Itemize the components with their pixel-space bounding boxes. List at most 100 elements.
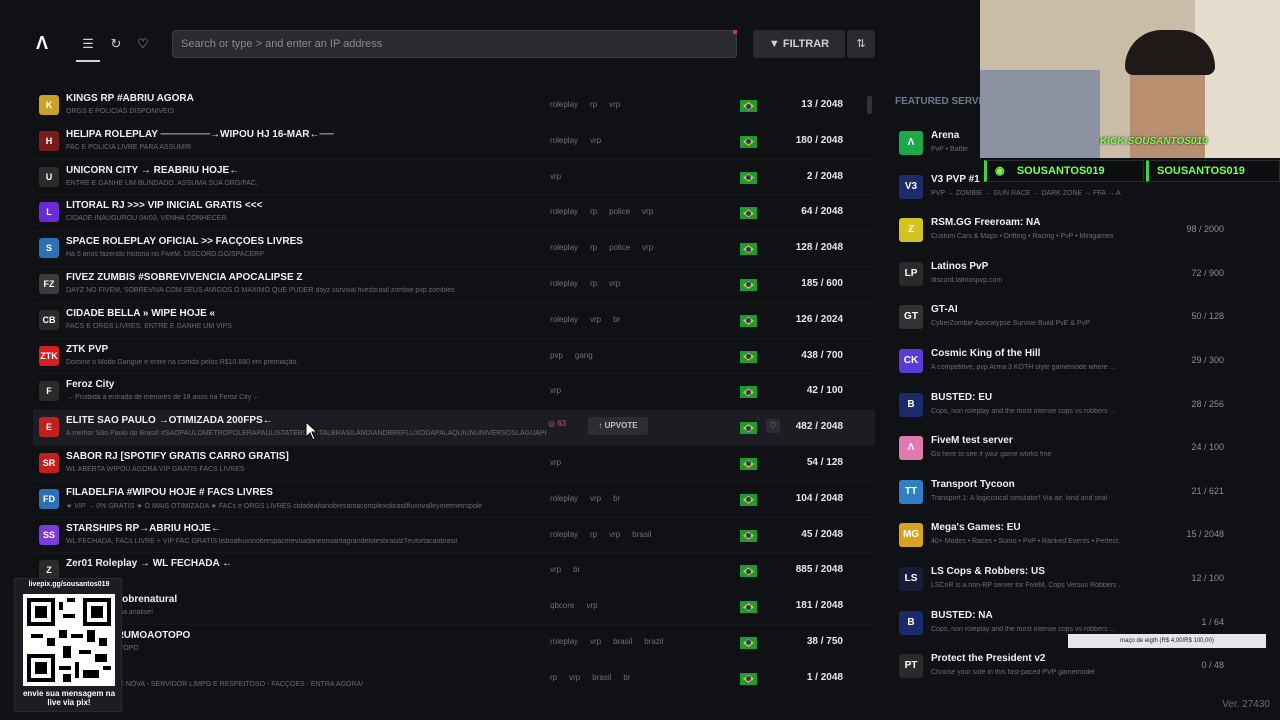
server-tag[interactable]: roleplay: [550, 315, 578, 324]
server-tag[interactable]: rp: [590, 100, 597, 109]
history-icon[interactable]: ↻: [108, 36, 124, 52]
player-count: 45 / 2048: [801, 528, 843, 540]
server-tag[interactable]: roleplay: [550, 243, 578, 252]
favorites-heart-icon[interactable]: ♡: [135, 36, 151, 52]
server-tag[interactable]: roleplay: [550, 279, 578, 288]
server-tag[interactable]: vrp: [590, 136, 601, 145]
featured-server-row[interactable]: MG Mega's Games: EU 40+ Modes • Races • Su…: [890, 518, 1240, 562]
featured-server-icon: TT: [899, 479, 923, 504]
featured-server-name: BUSTED: EU: [931, 391, 993, 403]
server-tag[interactable]: rp: [590, 207, 597, 216]
featured-server-row[interactable]: Z RSM.GG Freeroam: NA Custom Cars & Maps •…: [890, 213, 1240, 257]
server-tag[interactable]: roleplay: [550, 637, 578, 646]
server-row[interactable]: N…nPlay & Sobrenatural… e RP para nossa …: [33, 589, 875, 625]
filter-button[interactable]: ▼ FILTRAR: [753, 30, 845, 58]
server-tag[interactable]: qbcore: [550, 601, 574, 610]
server-tag[interactable]: vrp: [590, 494, 601, 503]
server-tag[interactable]: roleplay: [550, 494, 578, 503]
server-tag[interactable]: vrp: [609, 100, 620, 109]
featured-server-name: GT-AI: [931, 304, 958, 316]
server-tag[interactable]: vrp: [586, 601, 597, 610]
server-tag[interactable]: police: [609, 207, 630, 216]
server-tag[interactable]: rp: [550, 673, 557, 682]
server-row[interactable]: ZTK ZTK PVP Domine o Modo Gangue e entre n…: [33, 339, 875, 375]
server-tag[interactable]: vrp: [550, 386, 561, 395]
server-tag[interactable]: brasil: [613, 637, 632, 646]
featured-server-name: Protect the President v2: [931, 653, 1046, 665]
featured-server-row[interactable]: Λ FiveM test server Go here to see if your…: [890, 431, 1240, 475]
server-tag[interactable]: brasil: [632, 530, 651, 539]
featured-server-name: Mega's Games: EU: [931, 522, 1021, 534]
server-tag[interactable]: br: [613, 494, 620, 503]
player-count: 42 / 100: [806, 385, 843, 397]
list-scrollbar[interactable]: [867, 96, 872, 114]
server-row[interactable]: FZ FIVEZ ZUMBIS #SOBREVIVENCIA APOCALIPSE…: [33, 267, 875, 303]
favorite-heart-icon[interactable]: ♡: [766, 419, 780, 434]
server-name: STARSHIPS RP→ABRIU HOJE←: [66, 522, 221, 534]
featured-server-row[interactable]: TT Transport Tycoon Transport 1: A logicis…: [890, 475, 1240, 519]
server-row[interactable]: L LITORAL RJ >>> VIP INICIAL GRATIS <<< CI…: [33, 195, 875, 232]
server-tag[interactable]: vrp: [550, 458, 561, 467]
featured-server-row[interactable]: CK Cosmic King of the Hill A competitive, …: [890, 344, 1240, 388]
sort-button[interactable]: ⇅: [847, 30, 875, 58]
server-tag[interactable]: br: [573, 565, 580, 574]
search-input[interactable]: Search or type > and enter an IP address: [172, 30, 737, 58]
server-tag[interactable]: br: [613, 315, 620, 324]
featured-server-name: BUSTED: NA: [931, 609, 993, 621]
server-row[interactable]: FD FILADELFIA #WIPOU HOJE # FACS LIVRES ★ …: [33, 482, 875, 518]
server-icon: FZ: [39, 273, 59, 294]
server-tag[interactable]: brazil: [644, 637, 663, 646]
featured-server-row[interactable]: PT Protect the President v2 Choose your si…: [890, 649, 1240, 693]
brazil-flag-icon: [740, 565, 757, 578]
server-tag[interactable]: vrp: [642, 207, 653, 216]
server-row[interactable]: P…P…HOJE | CIDADE NOVA - SERVIDOR LIMPO …: [33, 661, 875, 688]
brazil-flag-icon: [740, 636, 757, 649]
featured-server-row[interactable]: LP Latinos PvP discord.latinospvp.com 72 / …: [890, 257, 1240, 301]
featured-server-icon: B: [899, 392, 923, 417]
server-tag[interactable]: rp: [590, 530, 597, 539]
server-row[interactable]: U UNICORN CITY → REABRIU HOJE← ENTRE E GAN…: [33, 160, 875, 196]
featured-server-description: Custom Cars & Maps • Drifting • Racing •…: [931, 233, 1114, 241]
featured-server-row[interactable]: GT GT-AI CyberZombie Apocalypse Survive Bu…: [890, 300, 1240, 344]
qr-url: livepix.gg/sousantos019: [28, 581, 110, 588]
server-tag[interactable]: rp: [590, 243, 597, 252]
server-tag[interactable]: vrp: [550, 565, 561, 574]
fivem-logo-icon[interactable]: Λ: [36, 34, 54, 52]
featured-server-row[interactable]: B BUSTED: EU Cops, non roleplay and the mo…: [890, 388, 1240, 432]
server-tag[interactable]: vrp: [609, 530, 620, 539]
server-tag[interactable]: roleplay: [550, 530, 578, 539]
server-tag[interactable]: vrp: [609, 279, 620, 288]
server-tag[interactable]: br: [623, 673, 630, 682]
server-row[interactable]: H HELIPA ROLEPLAY ───────→WIPOU HJ 16-MAR…: [33, 124, 875, 160]
server-tag[interactable]: brasil: [592, 673, 611, 682]
server-row[interactable]: E ELITE SAO PAULO →OTIMIZADA 200FPS← A mel…: [33, 410, 875, 446]
server-row[interactable]: S SPACE ROLEPLAY OFICIAL >> FACÇOES LIVRE…: [33, 231, 875, 267]
server-row[interactable]: SR SABOR RJ [SPOTIFY GRATIS CARRO GRATIS]…: [33, 446, 875, 482]
server-tag[interactable]: vrp: [569, 673, 580, 682]
server-row[interactable]: CB CIDADE BELLA » WIPE HOJE « FACS E ORGS …: [33, 303, 875, 339]
server-name: SABOR RJ [SPOTIFY GRATIS CARRO GRATIS]: [66, 450, 289, 462]
server-tag[interactable]: rp: [590, 279, 597, 288]
server-tag[interactable]: roleplay: [550, 207, 578, 216]
server-tag[interactable]: gang: [575, 351, 593, 360]
server-tag[interactable]: pvp: [550, 351, 563, 360]
server-description: …HOJE | CIDADE NOVA - SERVIDOR LIMPO E R…: [66, 680, 364, 688]
server-row[interactable]: SS STARSHIPS RP→ABRIU HOJE← WL FECHADA, FA…: [33, 518, 875, 554]
server-row[interactable]: K KINGS RP #ABRIU AGORA ORGS E POLICIAS DI…: [33, 88, 875, 124]
server-tag[interactable]: vrp: [550, 172, 561, 181]
server-tag[interactable]: roleplay: [550, 136, 578, 145]
brazil-flag-icon: [740, 207, 757, 220]
server-row[interactable]: Z Zer01 Roleplay → WL FECHADA ← vrp br 885 /…: [33, 553, 875, 590]
server-name: …P: [66, 666, 546, 677]
server-row[interactable]: F Feroz City → Proibida a entrada de menor…: [33, 374, 875, 411]
server-tag[interactable]: police: [609, 243, 630, 252]
server-tag[interactable]: vrp: [590, 315, 601, 324]
server-tag[interactable]: vrp: [642, 243, 653, 252]
server-tag[interactable]: vrp: [590, 637, 601, 646]
server-row[interactable]: R…EPLAY #RUMOAOTOPO…AY #RUMOAOTOPOrolepl…: [33, 625, 875, 661]
upvote-button[interactable]: ↑ UPVOTE: [588, 417, 648, 436]
featured-server-row[interactable]: LS LS Cops & Robbers: US LSCnR is a non-RP…: [890, 562, 1240, 606]
featured-server-icon: Z: [899, 218, 923, 243]
server-tag[interactable]: roleplay: [550, 100, 578, 109]
list-view-icon[interactable]: ☰: [76, 36, 100, 62]
